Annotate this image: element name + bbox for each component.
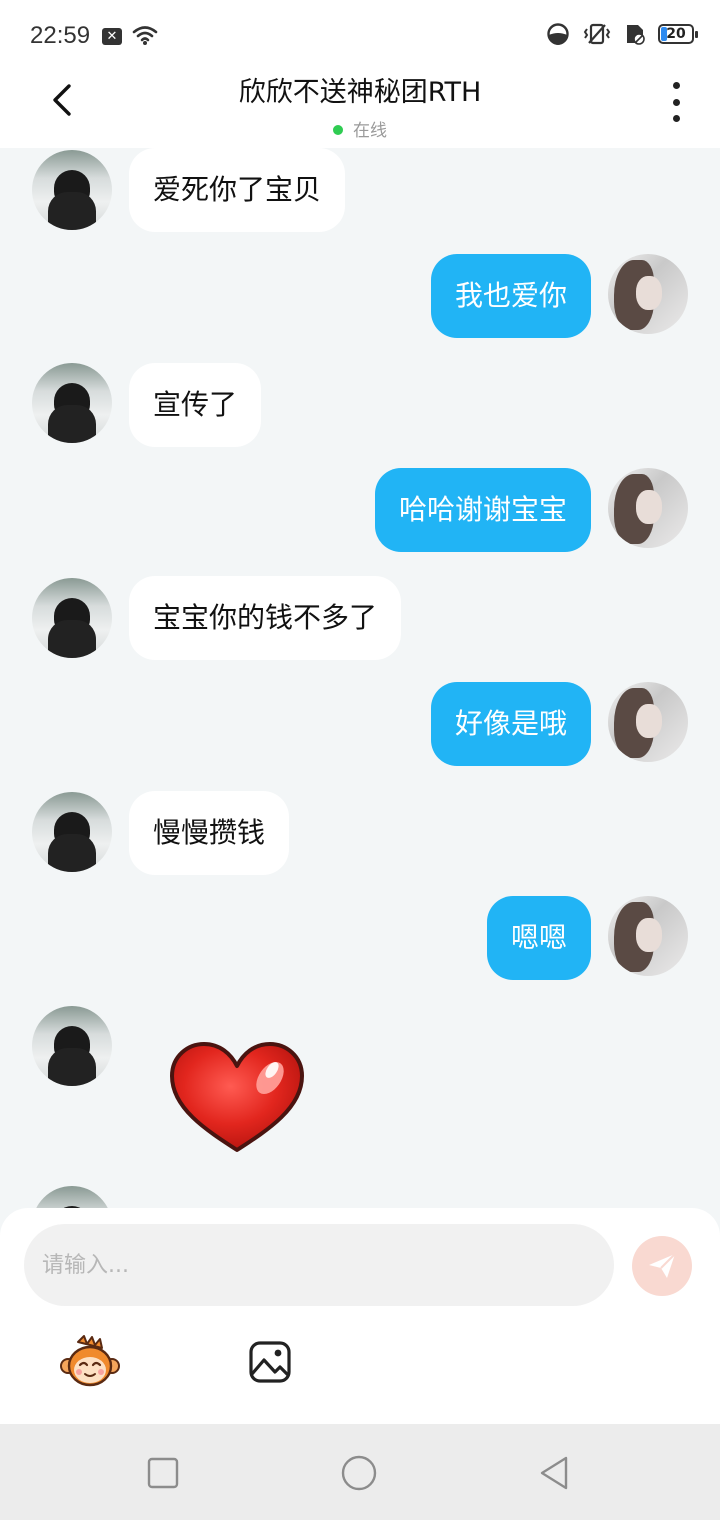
incoming-message-bubble[interactable]: 慢慢攒钱 [129,791,290,875]
wifi-icon [132,26,158,45]
more-dot-icon [672,115,680,122]
data-saver-icon [547,23,569,45]
heart-sticker[interactable] [166,1038,308,1158]
contact-avatar[interactable] [32,363,112,443]
more-dot-icon [672,82,680,89]
more-options-button[interactable] [666,82,686,122]
home-circle-icon[interactable] [340,1454,378,1492]
contact-avatar[interactable] [32,1186,112,1208]
incoming-message-bubble[interactable]: 宝宝你的钱不多了 [129,576,402,660]
image-picker-icon[interactable] [248,1340,292,1384]
contact-avatar[interactable] [32,1006,112,1086]
more-dot-icon [672,98,680,106]
chat-header: 欣欣不送神秘团RTH 在线 [0,72,720,148]
message-input[interactable] [24,1224,614,1306]
outgoing-message-bubble[interactable]: 好像是哦 [430,682,591,766]
recents-square-icon[interactable] [144,1454,182,1492]
contact-avatar[interactable] [32,150,112,230]
outgoing-message-bubble[interactable]: 嗯嗯 [486,896,591,980]
contact-avatar[interactable] [32,578,112,658]
online-dot-icon [333,125,343,135]
my-avatar[interactable] [608,468,688,548]
battery-icon: 20 [658,24,698,44]
page-title: 欣欣不送神秘团RTH [238,77,482,108]
my-avatar[interactable] [608,896,688,976]
close-notification-icon: ✕ [102,28,122,45]
my-avatar[interactable] [608,254,688,334]
incoming-message-bubble[interactable]: 爱死你了宝贝 [129,148,346,232]
monkey-emoji-icon[interactable] [60,1334,120,1390]
status-bar: 22:59 ✕ 20 [0,0,720,72]
outgoing-message-bubble[interactable]: 哈哈谢谢宝宝 [374,468,591,552]
status-time: 22:59 [30,22,91,49]
sim-icon [627,25,645,45]
send-button[interactable] [632,1236,692,1296]
my-avatar[interactable] [608,682,688,762]
system-navigation-bar [0,1424,720,1520]
chat-message-list[interactable]: 爱死你了宝贝 我也爱你 宣传了 哈哈谢谢宝宝 宝宝你的钱不多了 好像是哦 慢慢攒… [0,148,720,1208]
online-status: 在线 [0,116,720,141]
outgoing-message-bubble[interactable]: 我也爱你 [430,254,591,338]
contact-avatar[interactable] [32,792,112,872]
battery-level: 20 [666,26,686,42]
vibrate-icon [583,23,611,45]
paper-plane-icon [649,1253,676,1278]
message-composer [0,1208,720,1424]
online-status-label: 在线 [353,121,387,141]
incoming-message-bubble[interactable]: 宣传了 [129,363,262,447]
back-triangle-icon[interactable] [536,1454,574,1492]
